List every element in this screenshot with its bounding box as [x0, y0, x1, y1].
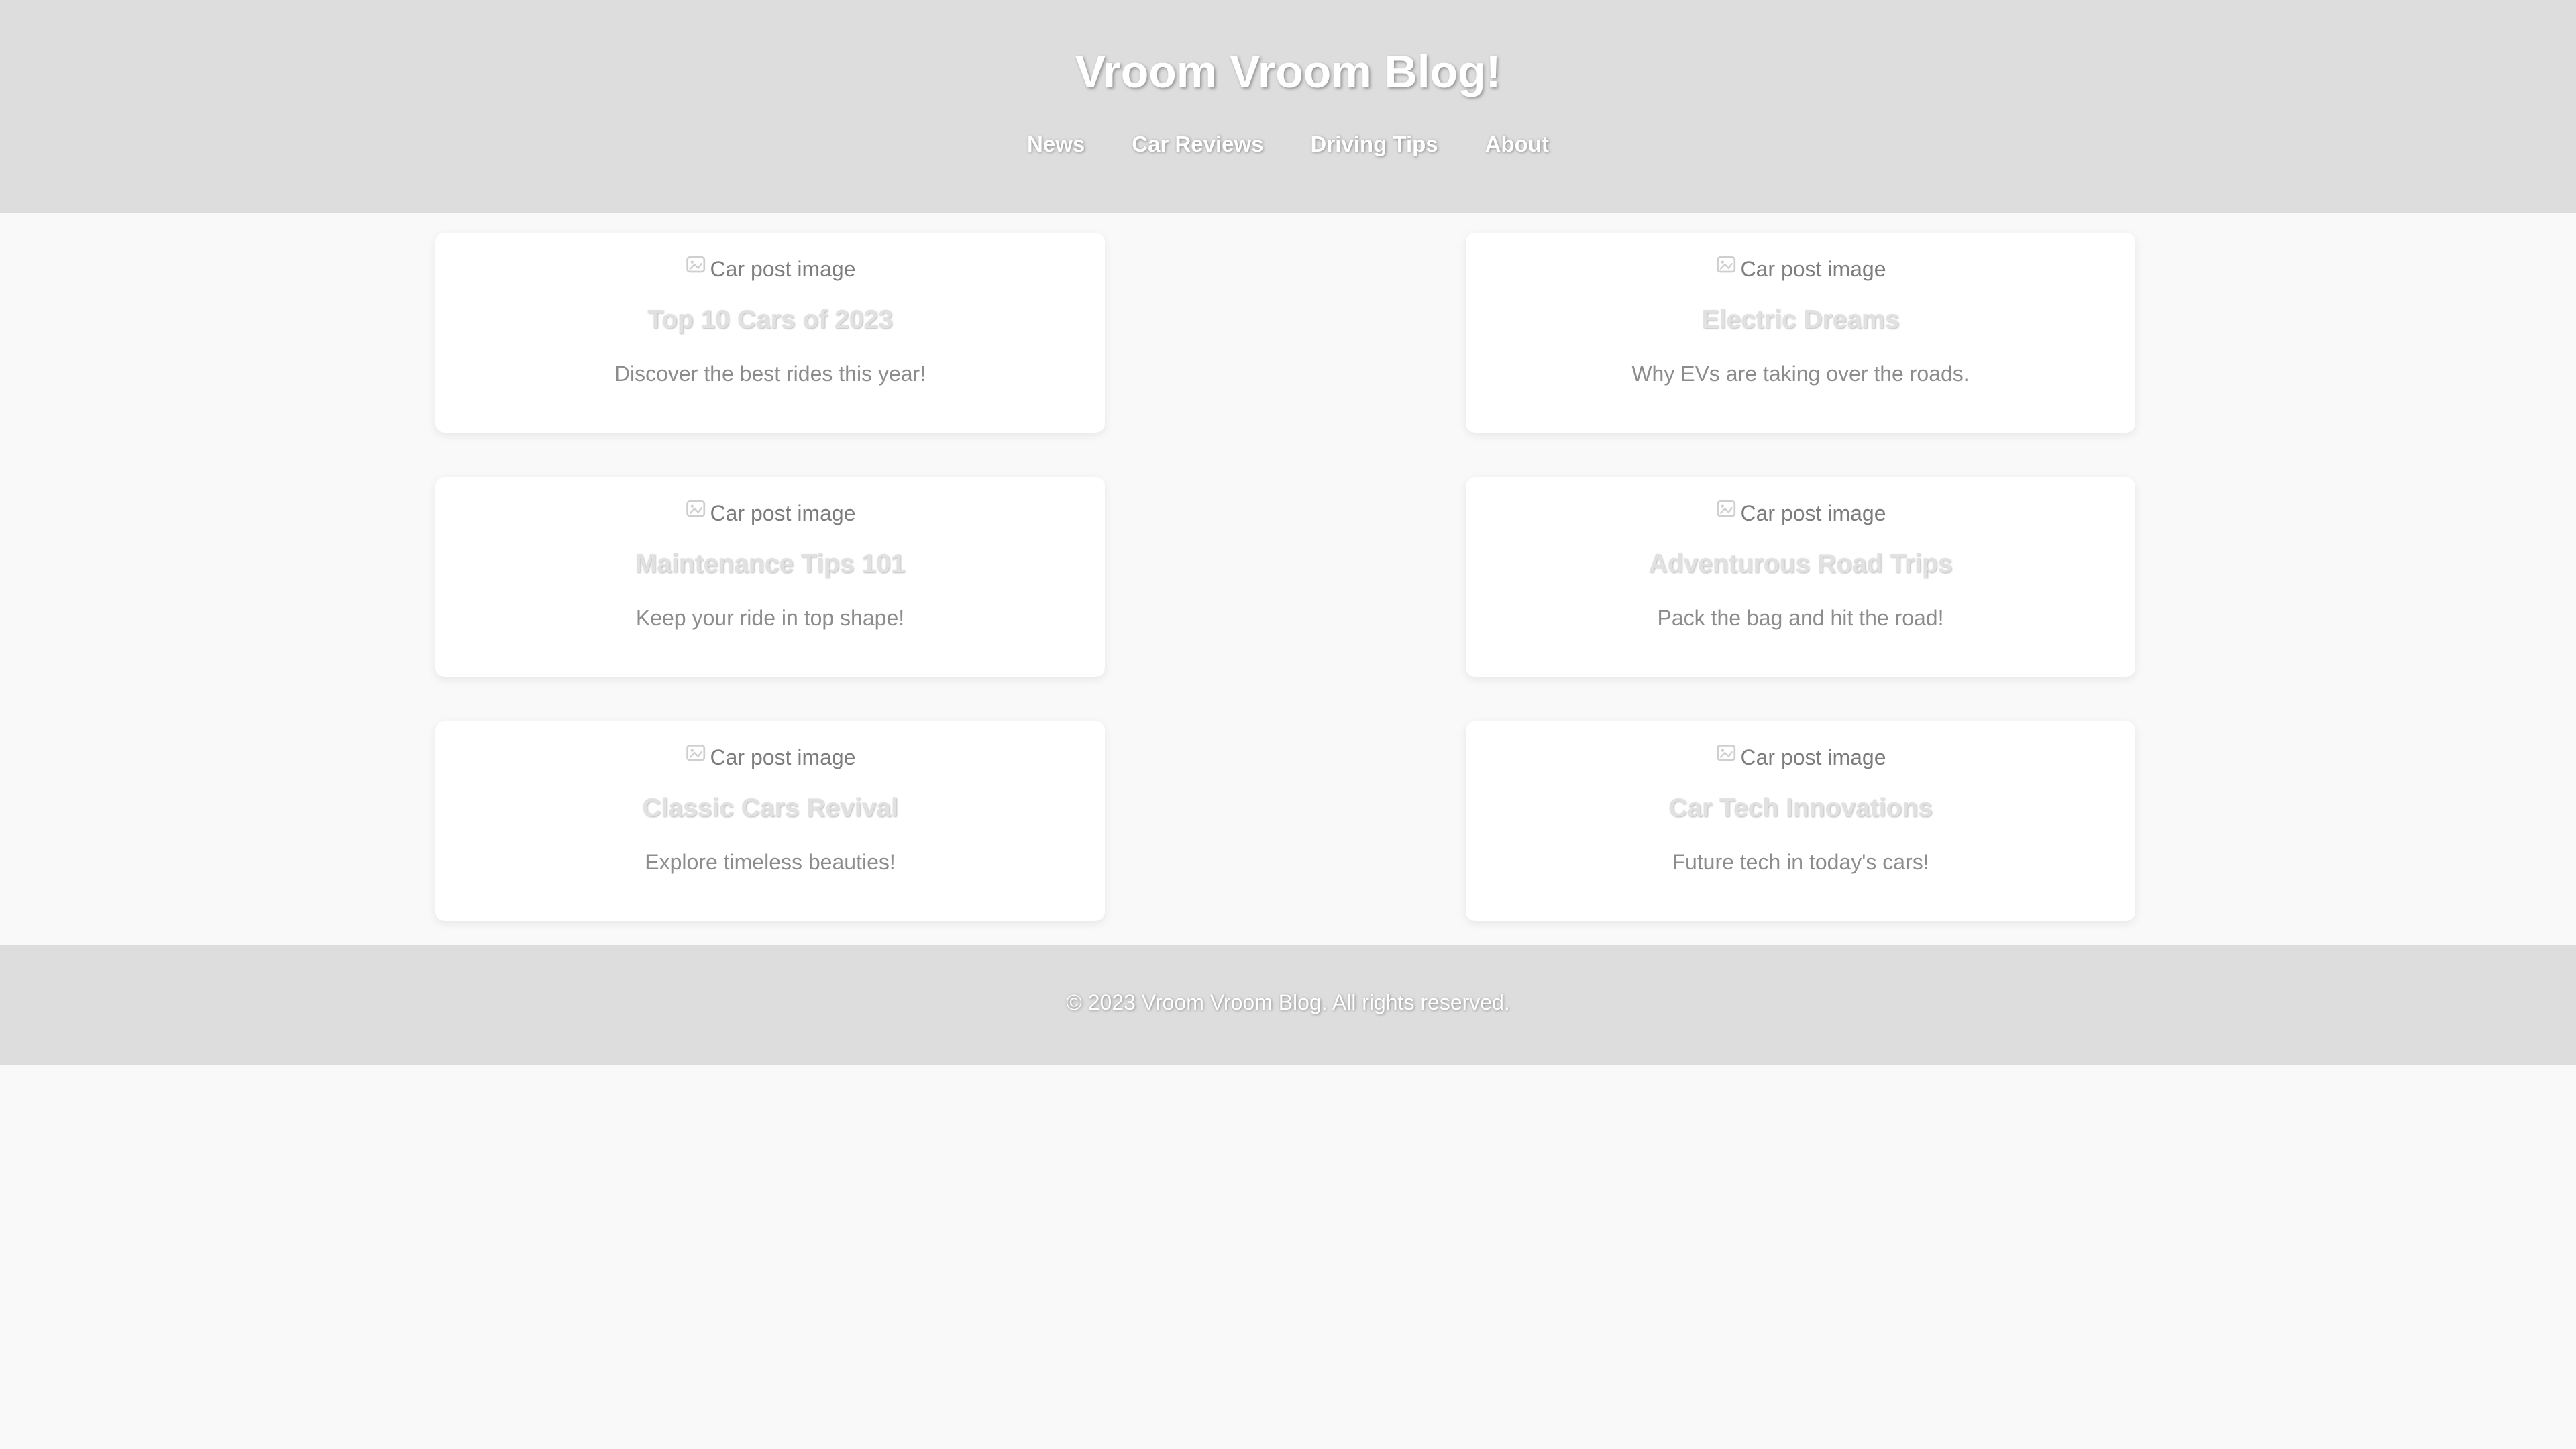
post-image: Car post image: [1466, 744, 2135, 770]
post-image-alt: Car post image: [710, 745, 856, 769]
post-title[interactable]: Adventurous Road Trips: [1466, 549, 2135, 579]
post-description: Keep your ride in top shape!: [635, 606, 905, 630]
post-image-alt: Car post image: [710, 501, 856, 525]
nav-link-driving-tips[interactable]: Driving Tips: [1311, 131, 1438, 157]
site-header: Vroom Vroom Blog! News Car Reviews Drivi…: [0, 0, 2576, 213]
nav-link-about[interactable]: About: [1485, 131, 1549, 157]
main-nav: News Car Reviews Driving Tips About: [0, 131, 2576, 157]
broken-image-icon: [1716, 500, 1735, 517]
post-image-alt: Car post image: [1740, 745, 1886, 769]
post-image: Car post image: [435, 744, 1105, 770]
post-card[interactable]: Car post image Car Tech Innovations Futu…: [1466, 721, 2135, 921]
post-title[interactable]: Maintenance Tips 101: [435, 549, 1105, 579]
post-image-alt: Car post image: [1740, 501, 1886, 525]
post-card[interactable]: Car post image Adventurous Road Trips Pa…: [1466, 477, 2135, 677]
site-title: Vroom Vroom Blog!: [1075, 46, 1501, 97]
post-description: Future tech in today's cars!: [1672, 850, 1929, 874]
post-title[interactable]: Top 10 Cars of 2023: [435, 305, 1105, 335]
post-card[interactable]: Car post image Maintenance Tips 101 Keep…: [435, 477, 1105, 677]
broken-image-icon: [686, 500, 705, 517]
post-description: Discover the best rides this year!: [614, 362, 926, 386]
post-title[interactable]: Classic Cars Revival: [435, 794, 1105, 823]
broken-image-icon: [686, 256, 705, 272]
site-footer: © 2023 Vroom Vroom Blog. All rights rese…: [0, 945, 2576, 1065]
post-image: Car post image: [435, 500, 1105, 526]
broken-image-icon: [1716, 744, 1735, 761]
copyright-text: © 2023 Vroom Vroom Blog. All rights rese…: [1066, 990, 1510, 1014]
post-description: Pack the bag and hit the road!: [1657, 606, 1944, 630]
post-image: Car post image: [435, 256, 1105, 282]
post-card[interactable]: Car post image Classic Cars Revival Expl…: [435, 721, 1105, 921]
post-description: Why EVs are taking over the roads.: [1631, 362, 1970, 386]
post-image: Car post image: [1466, 256, 2135, 282]
broken-image-icon: [1716, 256, 1735, 272]
post-image: Car post image: [1466, 500, 2135, 526]
post-title[interactable]: Car Tech Innovations: [1466, 794, 2135, 823]
post-card[interactable]: Car post image Electric Dreams Why EVs a…: [1466, 233, 2135, 433]
nav-link-car-reviews[interactable]: Car Reviews: [1132, 131, 1263, 157]
post-title[interactable]: Electric Dreams: [1466, 305, 2135, 335]
nav-link-news[interactable]: News: [1027, 131, 1085, 157]
post-image-alt: Car post image: [710, 257, 856, 281]
post-card[interactable]: Car post image Top 10 Cars of 2023 Disco…: [435, 233, 1105, 433]
broken-image-icon: [686, 744, 705, 761]
post-image-alt: Car post image: [1740, 257, 1886, 281]
post-description: Explore timeless beauties!: [645, 850, 896, 874]
